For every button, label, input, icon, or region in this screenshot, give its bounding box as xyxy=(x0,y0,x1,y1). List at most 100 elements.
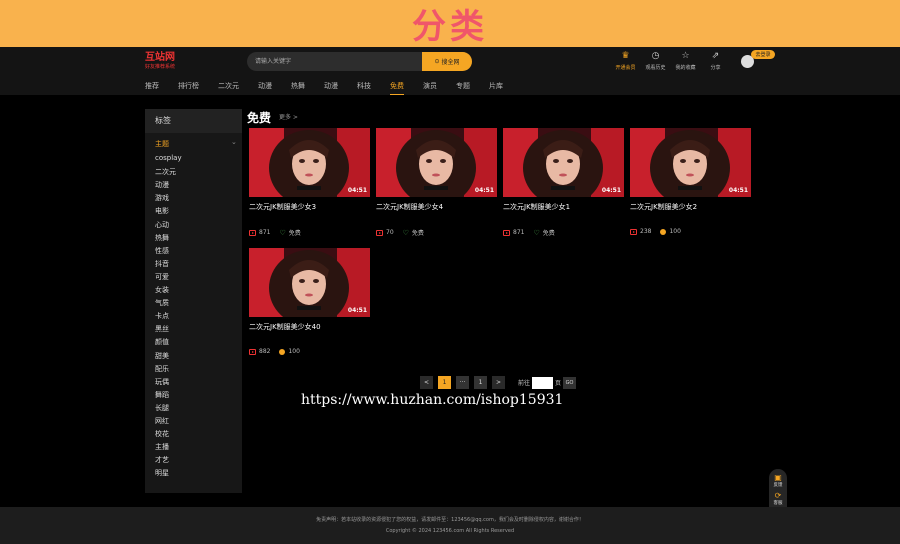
nav-item-free[interactable]: 免费 xyxy=(390,81,404,95)
view-count: 882 xyxy=(259,348,271,355)
page-ellipsis[interactable]: ··· xyxy=(456,376,469,389)
tag-group-heading[interactable]: 主题 xyxy=(155,139,169,149)
video-title[interactable]: 二次元JK制服美少女2 xyxy=(630,202,751,212)
tag-item[interactable]: 明星 xyxy=(155,468,169,478)
tag-item[interactable]: 才艺 xyxy=(155,455,169,465)
jump-prefix: 前往 xyxy=(518,380,531,387)
video-price: 100 xyxy=(669,228,681,235)
video-card[interactable]: 04:51 二次元JK制服美少女4 70 ♡ 免费 xyxy=(376,128,497,237)
share-icon: ⇗ xyxy=(711,51,720,61)
view-count: 871 xyxy=(259,229,271,236)
tag-item[interactable]: 长腿 xyxy=(155,403,169,413)
heart-icon: ♡ xyxy=(402,228,409,237)
history-button[interactable]: ◷ 观看历史 xyxy=(642,51,669,71)
video-thumbnail[interactable]: 04:51 xyxy=(249,128,370,197)
next-page-button[interactable]: > xyxy=(492,376,505,389)
site-footer: 免责声明：若本站收录的资源侵犯了您的权益，请发邮件至：123456@qq.com… xyxy=(0,507,900,544)
favorites-button[interactable]: ☆ 我的收藏 xyxy=(672,51,699,71)
tag-item[interactable]: 校花 xyxy=(155,429,169,439)
video-meta: 70 ♡ 免费 xyxy=(376,228,497,237)
video-thumbnail[interactable]: 04:51 xyxy=(249,248,370,317)
video-card[interactable]: 04:51 二次元JK制服美少女3 871 ♡ 免费 xyxy=(249,128,370,237)
tag-item[interactable]: 电影 xyxy=(155,206,169,216)
tag-item[interactable]: 二次元 xyxy=(155,167,176,177)
nav-item-anime[interactable]: 二次元 xyxy=(218,81,239,91)
coin-icon xyxy=(660,228,667,235)
chevron-down-icon[interactable]: ⌄ xyxy=(231,138,237,146)
play-count-icon xyxy=(249,229,256,236)
login-badge[interactable]: 去登录 xyxy=(751,50,775,59)
video-card[interactable]: 04:51 二次元JK制服美少女1 871 ♡ 免费 xyxy=(503,128,624,237)
search-button[interactable]: ⊙ 搜全网 xyxy=(422,52,472,71)
video-duration: 04:51 xyxy=(601,187,621,194)
video-duration: 04:51 xyxy=(347,307,367,314)
service-label: 客服 xyxy=(773,501,783,506)
header-actions: ♛ 开通会员 ◷ 观看历史 ☆ 我的收藏 ⇗ 分享 xyxy=(612,51,732,71)
search-input[interactable] xyxy=(247,52,422,71)
video-card[interactable]: 04:51 二次元JK制服美少女40 882 100 xyxy=(249,248,370,355)
nav-item-actors[interactable]: 演员 xyxy=(423,81,437,91)
tag-item[interactable]: 气质 xyxy=(155,298,169,308)
tag-item[interactable]: 网红 xyxy=(155,416,169,426)
video-thumbnail[interactable]: 04:51 xyxy=(630,128,751,197)
nav-item-ranking[interactable]: 排行榜 xyxy=(178,81,199,91)
nav-item-cartoon[interactable]: 动漫 xyxy=(258,81,272,91)
feedback-button[interactable]: ▣ 反馈 xyxy=(774,473,783,488)
tag-item[interactable]: 可爱 xyxy=(155,272,169,282)
tag-item[interactable]: 性感 xyxy=(155,246,169,256)
tag-item[interactable]: 舞蹈 xyxy=(155,390,169,400)
video-price: 免费 xyxy=(542,230,555,237)
vip-button[interactable]: ♛ 开通会员 xyxy=(612,51,639,71)
tag-item[interactable]: 甜美 xyxy=(155,351,169,361)
view-count: 238 xyxy=(640,228,652,235)
footer-copyright: Copyright © 2024 123456.com All Rights R… xyxy=(385,528,515,534)
tag-item[interactable]: 卡点 xyxy=(155,311,169,321)
service-button[interactable]: ⟳ 客服 xyxy=(774,491,783,506)
nav-item-tech[interactable]: 科技 xyxy=(357,81,371,91)
video-title[interactable]: 二次元JK制服美少女3 xyxy=(249,202,370,212)
feedback-label: 反馈 xyxy=(773,483,783,488)
video-duration: 04:51 xyxy=(474,187,494,194)
site-header: 互站网 好友推荐系统 ⊙ 搜全网 ♛ 开通会员 ◷ 观看历史 ☆ 我的收藏 ⇗ 分享 去… xyxy=(0,47,900,95)
play-count-icon xyxy=(376,229,383,236)
video-title[interactable]: 二次元JK制服美少女40 xyxy=(249,322,370,332)
video-thumbnail[interactable]: 04:51 xyxy=(376,128,497,197)
tag-item[interactable]: 游戏 xyxy=(155,193,169,203)
tag-item[interactable]: 颜值 xyxy=(155,337,169,347)
video-card[interactable]: 04:51 二次元JK制服美少女2 238 100 xyxy=(630,128,751,235)
clock-icon: ◷ xyxy=(651,51,660,61)
share-button[interactable]: ⇗ 分享 xyxy=(702,51,729,71)
tag-item[interactable]: 动漫 xyxy=(155,180,169,190)
tag-item[interactable]: 抖音 xyxy=(155,259,169,269)
go-button[interactable]: GO xyxy=(563,376,577,389)
nav-item-library[interactable]: 片库 xyxy=(489,81,503,91)
nav-item-dance[interactable]: 热舞 xyxy=(291,81,305,91)
more-link[interactable]: 更多 > xyxy=(279,112,298,121)
nav-item-cartoon-2[interactable]: 动漫 xyxy=(324,81,338,91)
page-jump-input[interactable] xyxy=(532,376,554,389)
video-title[interactable]: 二次元JK制服美少女1 xyxy=(503,202,624,212)
tag-item[interactable]: 主播 xyxy=(155,442,169,452)
top-banner: 分类 xyxy=(0,0,900,47)
nav-item-topics[interactable]: 专题 xyxy=(456,81,470,91)
tag-item[interactable]: 女装 xyxy=(155,285,169,295)
video-meta: 871 ♡ 免费 xyxy=(249,228,370,237)
tag-item[interactable]: 玩偶 xyxy=(155,377,169,387)
heart-icon: ♡ xyxy=(533,228,540,237)
last-page-button[interactable]: 1 xyxy=(474,376,487,389)
tag-item[interactable]: 热舞 xyxy=(155,233,169,243)
video-title[interactable]: 二次元JK制服美少女4 xyxy=(376,202,497,212)
prev-page-button[interactable]: < xyxy=(420,376,433,389)
sidebar-title: 标签 xyxy=(145,109,242,133)
video-thumbnail[interactable]: 04:51 xyxy=(503,128,624,197)
section-title: 免费 xyxy=(247,111,272,125)
favorites-label: 我的收藏 xyxy=(675,65,696,71)
tag-item[interactable]: 黑丝 xyxy=(155,324,169,334)
view-count: 70 xyxy=(386,229,394,236)
tag-item[interactable]: 配乐 xyxy=(155,364,169,374)
page-1-button[interactable]: 1 xyxy=(438,376,451,389)
tag-item[interactable]: cosplay xyxy=(155,154,182,162)
site-logo[interactable]: 互站网 好友推荐系统 xyxy=(145,53,175,70)
nav-item-recommend[interactable]: 推荐 xyxy=(145,81,159,91)
tag-item[interactable]: 心动 xyxy=(155,220,169,230)
